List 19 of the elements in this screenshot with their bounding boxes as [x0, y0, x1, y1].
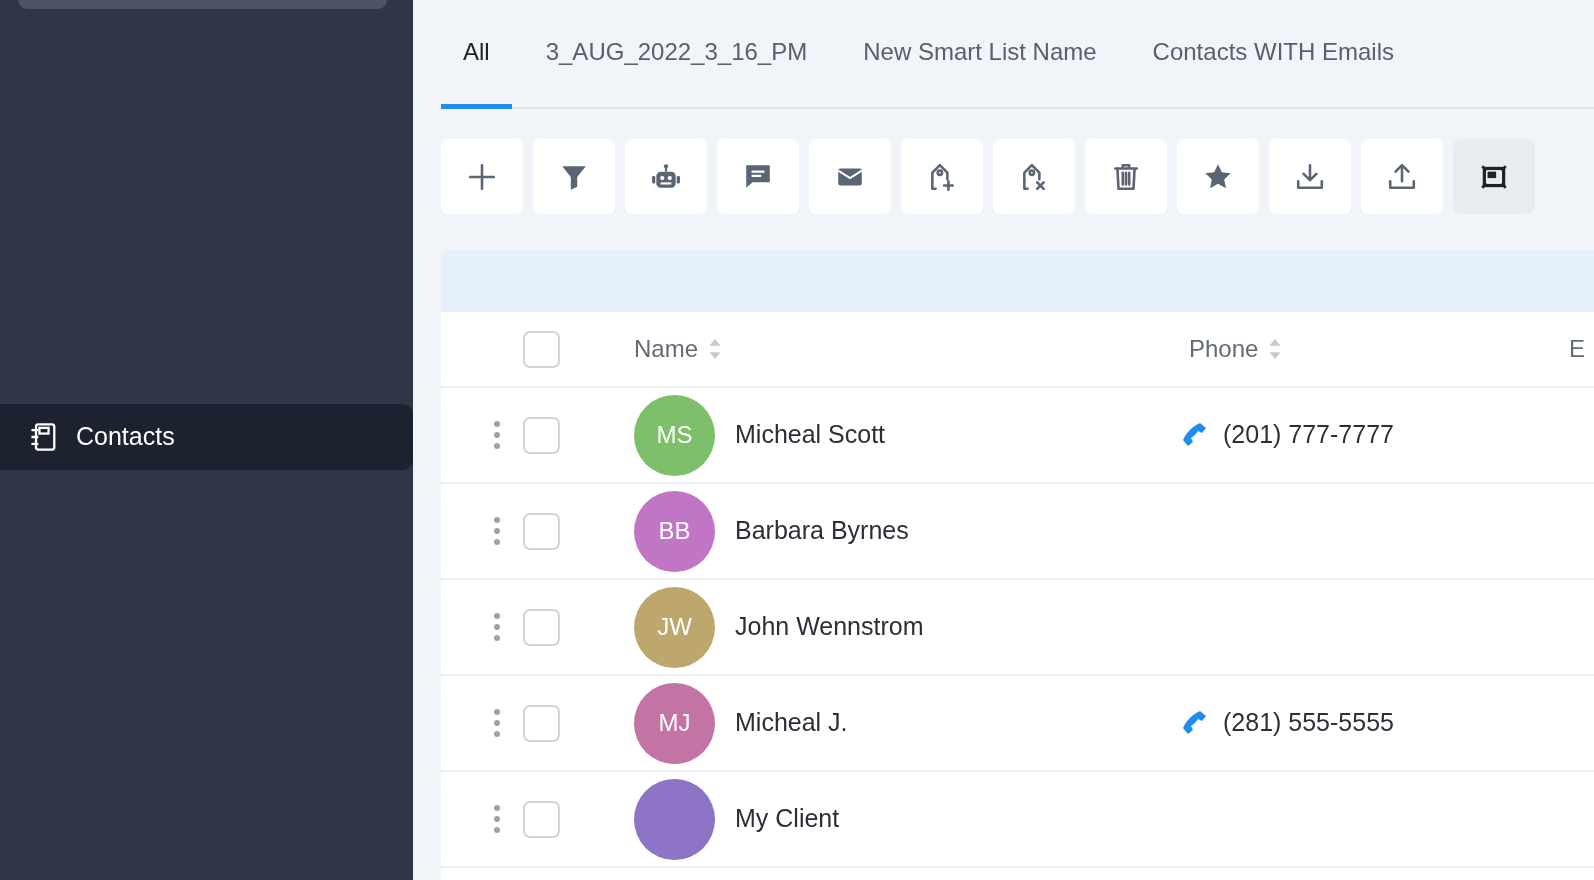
phone-number[interactable]: (281) 555-5555 [1223, 704, 1394, 742]
avatar: JW [634, 586, 715, 668]
avatar: MJ [634, 682, 715, 764]
tab[interactable]: New Smart List Name [841, 34, 1119, 109]
contact-name[interactable]: My Client [735, 800, 840, 838]
avatar: BB [634, 490, 715, 572]
column-header: Phone [1189, 334, 1259, 364]
contact-name[interactable]: Barbara Byrnes [735, 512, 909, 550]
avatar: MS [634, 394, 715, 476]
contact-name[interactable]: Micheal Scott [735, 416, 886, 454]
contact-name[interactable]: John Wennstrom [735, 608, 924, 646]
sidebar-item[interactable]: Contacts [0, 404, 413, 470]
phone-number[interactable]: (201) 777-7777 [1223, 416, 1394, 454]
tab[interactable]: 3_AUG_2022_3_16_PM [523, 34, 830, 109]
tab[interactable]: Contacts WITH Emails [1130, 34, 1416, 109]
tab[interactable]: All [441, 34, 512, 109]
contact-name[interactable]: Micheal J. [735, 704, 848, 742]
column-header: E [1569, 334, 1585, 364]
column-header: Name [634, 334, 699, 364]
